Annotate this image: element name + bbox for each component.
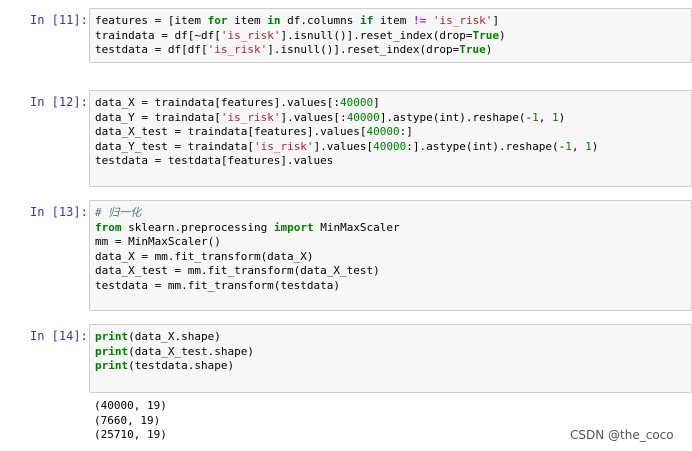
code-token-cm: # 归一化 [95, 206, 142, 219]
code-line: testdata = mm.fit_transform(testdata) [95, 279, 340, 292]
code-token: data_X_test = mm.fit_transform(data_X_te… [95, 264, 380, 277]
code-token: ].isnull()].reset_index(drop= [267, 43, 460, 56]
code-token: , [538, 110, 553, 124]
code-line: print(data_X.shape) [95, 330, 221, 343]
code-token: traindata = df[~df[ [95, 28, 221, 42]
code-token-num: 1 [552, 110, 559, 124]
code-token-str: 'is_risk' [207, 43, 268, 56]
cell-prompt: In [14]: [30, 329, 88, 343]
code-token-kw: from [95, 220, 122, 234]
code-token-num: 40000 [340, 96, 374, 109]
code-token: ) [591, 139, 599, 153]
code-line: testdata = testdata[features].values [95, 154, 333, 167]
code-token: df.columns [280, 14, 360, 27]
code-token: testdata = mm.fit_transform(testdata) [95, 278, 341, 292]
code-line: data_X_test = traindata[features].values… [95, 125, 413, 138]
code-token: ) [485, 43, 493, 56]
code-token-kw: import [273, 220, 314, 234]
output-line: (7660, 19) [94, 413, 161, 427]
code-input[interactable]: print(data_X.shape) print(data_X_test.sh… [89, 324, 692, 393]
code-token: data_X_test = traindata[features].values… [95, 125, 367, 138]
code-token-kw: True [472, 28, 500, 42]
code-token: testdata = df[df[ [95, 43, 208, 56]
code-token-num: 1 [565, 139, 572, 153]
code-token-kw: if [359, 14, 374, 27]
code-input[interactable]: features = [item for item in df.columns … [89, 8, 692, 63]
code-line: traindata = df[~df['is_risk'].isnull()].… [95, 29, 506, 42]
code-token-kw: True [459, 43, 486, 56]
code-line: mm = MinMaxScaler() [95, 235, 221, 248]
code-token-num: 1 [532, 110, 539, 124]
code-token: data_Y_test = traindata[ [95, 139, 254, 153]
code-token: mm = MinMaxScaler() [95, 235, 221, 248]
code-token: data_Y = traindata[ [95, 110, 221, 124]
code-line: data_X = traindata[features].values[:400… [95, 96, 380, 109]
code-line: print(testdata.shape) [95, 359, 234, 372]
code-token: (data_X.shape) [128, 330, 221, 343]
code-token-str: 'is_risk' [220, 110, 281, 124]
code-token: ] [492, 14, 500, 27]
cell-prompt: In [13]: [30, 205, 88, 219]
code-token: ].values[ [313, 139, 374, 153]
code-token: ) [499, 28, 506, 42]
code-token-kw: print [95, 330, 129, 343]
code-token: (data_X_test.shape) [128, 344, 254, 358]
code-token-str: 'is_risk' [253, 139, 314, 153]
code-token: testdata = testdata[features].values [95, 154, 334, 167]
code-text: data_X = traindata[features].values[:400… [90, 91, 691, 169]
code-token-kw: print [95, 359, 129, 372]
code-token-kw: for [207, 14, 228, 27]
code-token-num: 1 [585, 139, 592, 153]
code-text: # 归一化 from sklearn.preprocessing import … [90, 201, 691, 293]
code-token: data_X = mm.fit_transform(data_X) [95, 249, 314, 263]
code-token-num: 40000 [346, 110, 380, 124]
code-token: :].astype(int).reshape(- [406, 139, 566, 153]
code-line: from sklearn.preprocessing import MinMax… [95, 221, 400, 234]
code-line: data_Y = traindata['is_risk'].values[:40… [95, 111, 565, 124]
code-token: sklearn.preprocessing [121, 220, 274, 234]
code-input[interactable]: # 归一化 from sklearn.preprocessing import … [89, 200, 692, 311]
code-line: # 归一化 [95, 206, 141, 219]
cell-prompt: In [12]: [30, 95, 88, 109]
code-token: ) [558, 110, 566, 124]
code-token: data_X = traindata[features].values[: [95, 96, 341, 109]
code-token: ] [373, 96, 380, 109]
code-token: item [227, 14, 268, 27]
code-token: ].astype(int).reshape(- [379, 110, 533, 124]
code-token-num: 40000 [373, 139, 407, 153]
output-line: (25710, 19) [94, 428, 167, 441]
code-input[interactable]: data_X = traindata[features].values[:400… [89, 90, 692, 187]
code-line: data_Y_test = traindata['is_risk'].value… [95, 140, 598, 153]
code-token-op: != [412, 14, 427, 27]
code-token: :] [399, 125, 413, 138]
code-token: ].isnull()].reset_index(drop= [280, 28, 473, 42]
code-token: features = [item [95, 14, 208, 27]
code-token: item [373, 14, 413, 27]
cell-prompt: In [11]: [30, 13, 88, 27]
code-line: data_X_test = mm.fit_transform(data_X_te… [95, 264, 380, 277]
code-token: ].values[: [280, 110, 347, 124]
cell-output: (40000, 19) (7660, 19) (25710, 19) [94, 399, 167, 443]
code-line: testdata = df[df['is_risk'].isnull()].re… [95, 43, 492, 56]
code-token: (testdata.shape) [128, 359, 235, 372]
code-line: features = [item for item in df.columns … [95, 14, 499, 27]
code-token: , [571, 139, 586, 153]
output-line: (40000, 19) [94, 399, 167, 412]
code-token-kw: in [267, 14, 281, 27]
code-token: MinMaxScaler [313, 220, 400, 234]
code-token-str: 'is_risk' [432, 14, 493, 27]
code-token-str: 'is_risk' [220, 28, 281, 42]
code-token-num: 40000 [366, 125, 400, 138]
code-text: print(data_X.shape) print(data_X_test.sh… [90, 325, 691, 374]
code-line: data_X = mm.fit_transform(data_X) [95, 250, 314, 263]
code-text: features = [item for item in df.columns … [90, 9, 691, 58]
code-token-kw: print [95, 344, 129, 358]
watermark: CSDN @the_coco [570, 428, 674, 442]
code-line: print(data_X_test.shape) [95, 345, 254, 358]
